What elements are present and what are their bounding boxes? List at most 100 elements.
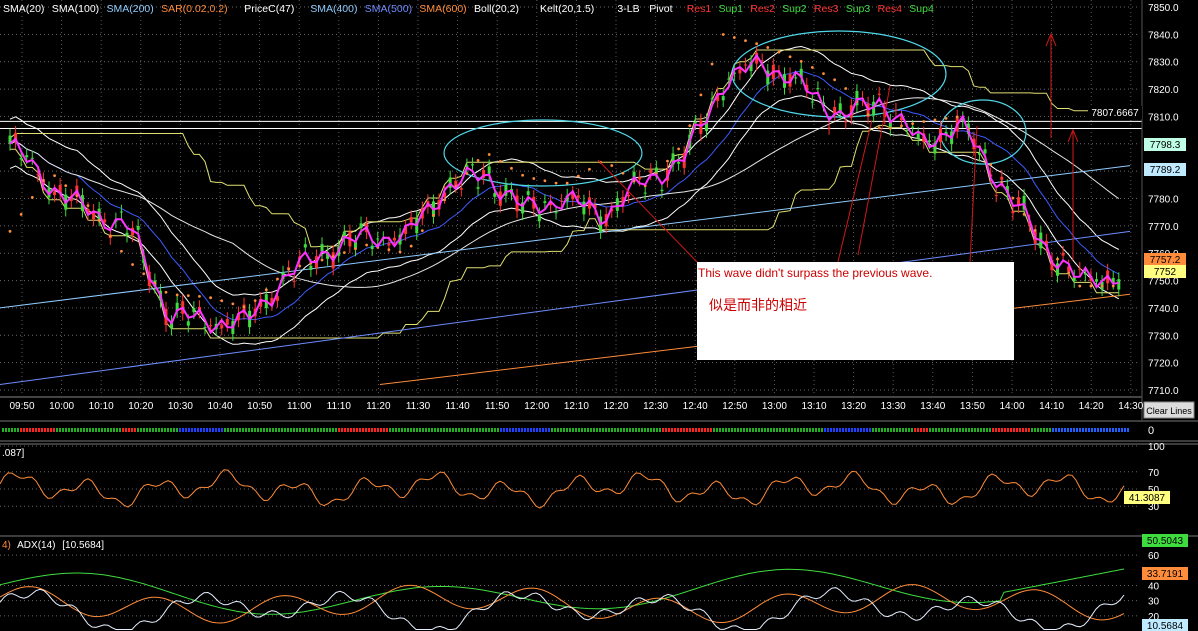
candle-body xyxy=(699,120,703,134)
three-line-break-dot xyxy=(89,428,91,432)
three-line-break-dot xyxy=(284,428,286,432)
three-line-break-dot xyxy=(380,428,382,432)
legend-item[interactable]: Res4 xyxy=(878,3,903,15)
legend-item[interactable]: SAR(0.02,0.2) xyxy=(161,3,228,15)
three-line-break-dot xyxy=(446,428,448,432)
legend-item[interactable]: SMA(200) xyxy=(107,3,154,15)
candle-body xyxy=(19,157,23,160)
legend-item[interactable]: Boll(20,2) xyxy=(474,3,519,15)
three-line-break-dot xyxy=(941,428,943,432)
candle-body xyxy=(576,195,580,198)
three-line-break-dot xyxy=(854,428,856,432)
three-line-break-dot xyxy=(914,428,916,432)
sar-dot xyxy=(186,294,190,298)
sar-dot xyxy=(287,267,290,271)
three-line-break-dot xyxy=(245,428,247,432)
three-line-break-dot xyxy=(1079,428,1081,432)
legend-item[interactable]: Res2 xyxy=(750,3,775,15)
legend-item[interactable]: SMA(400) xyxy=(310,3,357,15)
three-line-break-dot xyxy=(1121,428,1123,432)
candle-body xyxy=(303,244,307,248)
three-line-break-dot xyxy=(554,428,556,432)
three-line-break-dot xyxy=(1046,428,1048,432)
candle-body xyxy=(626,194,630,197)
legend-item[interactable]: Sup4 xyxy=(909,3,934,15)
candle-body xyxy=(320,244,324,252)
sar-dot xyxy=(354,247,357,251)
three-line-break-dot xyxy=(986,428,988,432)
three-line-break-dot xyxy=(539,428,541,432)
legend-item[interactable]: SMA(100) xyxy=(52,3,99,15)
three-line-break-dot xyxy=(26,428,28,432)
time-axis-tick: 11:50 xyxy=(485,401,510,412)
three-line-break-dot xyxy=(1019,428,1021,432)
candle-body xyxy=(721,96,725,101)
three-line-break-dot xyxy=(776,428,778,432)
candle-body xyxy=(225,319,229,325)
candle-body xyxy=(53,191,57,196)
legend-item[interactable]: SMA(600) xyxy=(419,3,466,15)
three-line-break-dot xyxy=(470,428,472,432)
three-line-break-dot xyxy=(335,428,337,432)
three-line-break-dot xyxy=(77,428,79,432)
sar-dot xyxy=(732,36,736,39)
annotation-box[interactable]: This wave didn't surpass the previous wa… xyxy=(697,262,1014,360)
legend-item[interactable]: Res3 xyxy=(814,3,839,15)
candle-body xyxy=(209,325,213,327)
three-line-break-dot xyxy=(794,428,796,432)
three-line-break-dot xyxy=(515,428,517,432)
sar-dot xyxy=(565,181,569,185)
three-line-break-dot xyxy=(197,428,199,432)
three-line-break-dot xyxy=(350,428,352,432)
three-line-break-dot xyxy=(71,428,73,432)
legend-item[interactable]: Sup1 xyxy=(719,3,744,15)
adx-header-name: ADX(14) xyxy=(17,540,55,551)
three-line-break-dot xyxy=(413,428,415,432)
three-line-break-dot xyxy=(407,428,409,432)
three-line-break-dot xyxy=(287,428,289,432)
legend-item[interactable]: Sup2 xyxy=(782,3,807,15)
three-line-break-dot xyxy=(893,428,895,432)
three-line-break-dot xyxy=(566,428,568,432)
three-line-break-dot xyxy=(239,428,241,432)
legend-item[interactable]: 3-LB xyxy=(617,3,639,15)
three-line-break-dot xyxy=(140,428,142,432)
legend-item[interactable]: Sup3 xyxy=(846,3,871,15)
time-axis-tick: 13:20 xyxy=(841,401,866,412)
three-line-break-dot xyxy=(896,428,898,432)
sar-dot xyxy=(398,250,402,254)
three-line-break-dot xyxy=(224,428,226,432)
sar-dot xyxy=(276,277,279,281)
legend-item[interactable]: PriceC(47) xyxy=(244,3,294,15)
sar-dot xyxy=(19,212,23,216)
legend-item[interactable]: Pivot xyxy=(649,3,672,15)
three-line-break-dot xyxy=(326,428,328,432)
legend-item[interactable]: Kelt(20,1.5) xyxy=(540,3,594,15)
sar-dot xyxy=(1022,212,1026,216)
sar-dot xyxy=(320,258,324,262)
three-line-break-dot xyxy=(641,428,643,432)
legend-item[interactable]: SMA(20) xyxy=(3,3,44,15)
three-line-break-dot xyxy=(56,428,58,432)
three-line-break-dot xyxy=(173,428,175,432)
price-axis-tick: 7720.0 xyxy=(1148,359,1179,370)
legend-item[interactable]: SMA(500) xyxy=(365,3,412,15)
sar-dot xyxy=(833,78,837,82)
three-line-break-dot xyxy=(536,428,538,432)
sar-dot xyxy=(810,66,814,69)
three-line-break-dot xyxy=(557,428,559,432)
three-line-break-dot xyxy=(551,428,553,432)
time-axis-tick: 11:30 xyxy=(406,401,431,412)
three-line-break-dot xyxy=(176,428,178,432)
clear-lines-button[interactable]: Clear Lines xyxy=(1143,401,1195,419)
three-line-break-dot xyxy=(464,428,466,432)
three-line-break-dot xyxy=(497,428,499,432)
legend-item[interactable]: Res1 xyxy=(687,3,712,15)
sar-dot xyxy=(621,171,625,175)
three-line-break-dot xyxy=(1088,428,1090,432)
three-line-break-dot xyxy=(188,428,190,432)
candle-body xyxy=(978,153,982,155)
three-line-break-dot xyxy=(116,428,118,432)
sar-dot xyxy=(666,159,669,163)
candle-body xyxy=(643,192,647,194)
